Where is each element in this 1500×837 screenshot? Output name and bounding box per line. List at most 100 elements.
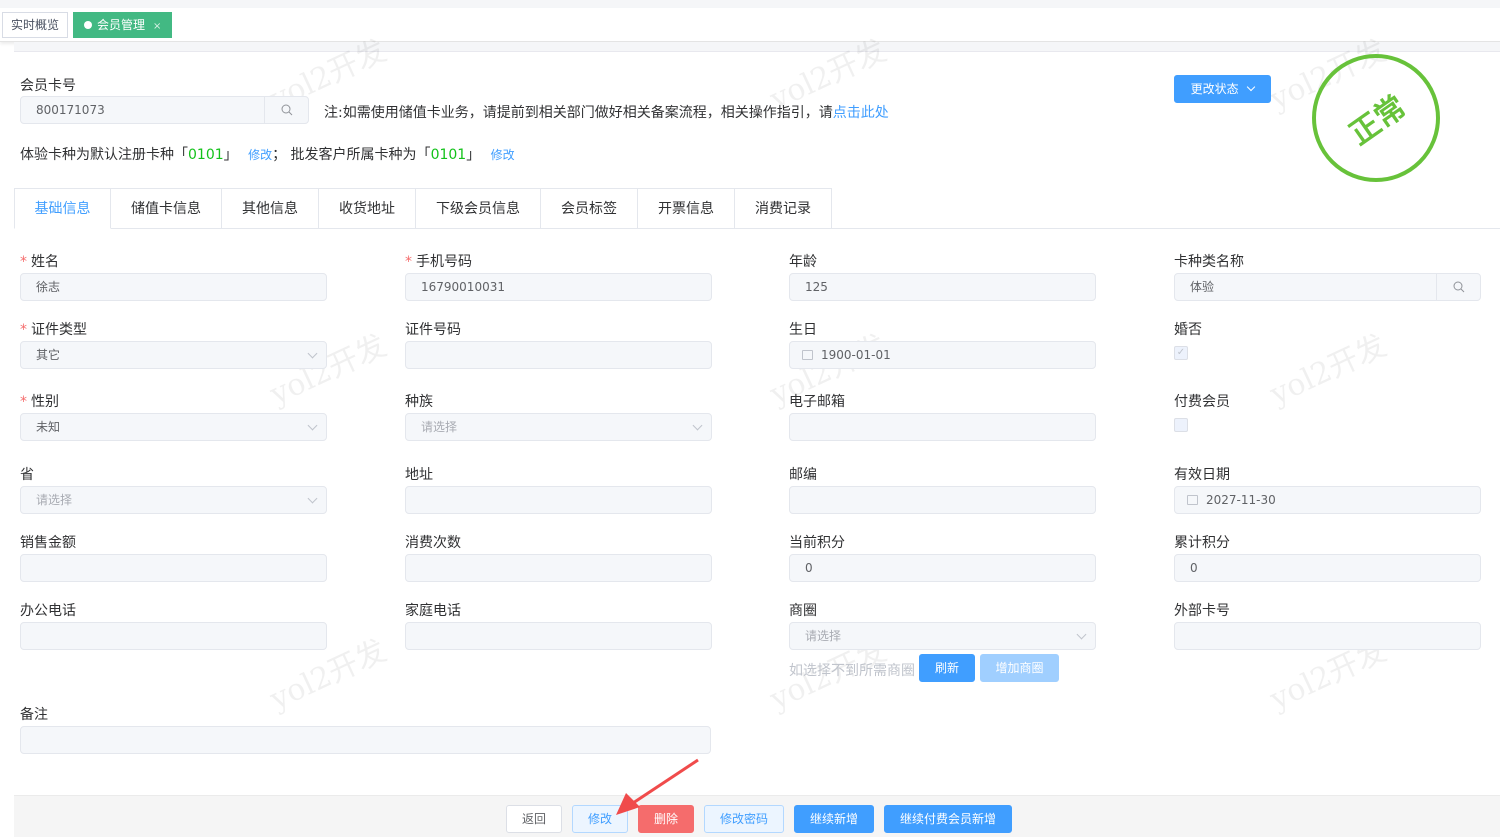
text-input[interactable]: 徐志 [20,273,327,301]
field-label: 当前积分 [789,532,845,552]
field-label: 办公电话 [20,600,76,620]
field-label: 邮编 [789,464,817,484]
edit-wholesale-card-link[interactable]: 修改 [491,148,515,162]
required-mark: * [20,254,27,270]
checkbox[interactable] [1174,418,1188,432]
chevron-down-icon [1076,629,1087,640]
field-label: 省 [20,464,34,484]
chevron-down-icon [307,493,318,504]
close-icon[interactable]: × [153,21,161,32]
input-value: 请选择 [421,420,458,434]
input-value: 请选择 [805,629,842,643]
back-button[interactable]: 返回 [506,805,562,833]
chevron-down-icon [307,348,318,359]
label-text: 姓名 [31,254,59,270]
card-number-input[interactable]: 800171073 [20,96,309,124]
tab-6[interactable]: 开票信息 [638,188,735,229]
label-text: 性别 [31,394,59,410]
field-label: 付费会员 [1174,391,1230,411]
continue-paid-member-add-button[interactable]: 继续付费会员新增 [884,805,1012,833]
input-value: 0 [1190,561,1198,575]
text-input[interactable] [405,622,712,650]
input-value: 16790010031 [421,280,505,294]
label-text: 商圈 [789,603,817,619]
text-input[interactable] [789,413,1096,441]
field-label: 年龄 [789,251,817,271]
tab-4[interactable]: 下级会员信息 [416,188,541,229]
sub-strip [14,42,1500,52]
date-input[interactable]: 1900-01-01 [789,341,1096,369]
input-value: 其它 [36,348,61,362]
field-label: * 手机号码 [405,251,472,271]
input-value: 请选择 [36,493,73,507]
change-password-button[interactable]: 修改密码 [704,805,784,833]
text-input[interactable]: 125 [789,273,1096,301]
active-dot-icon [84,21,92,29]
text-input[interactable] [405,341,712,369]
label-text: 累计积分 [1174,535,1230,551]
label-text: 卡种类名称 [1174,254,1244,270]
text-input[interactable]: 0 [1174,554,1481,582]
search-icon[interactable] [264,97,308,123]
select-input[interactable]: 请选择 [20,486,327,514]
info-text: 体验卡种为默认注册卡种「 [20,147,188,163]
add-circle-button[interactable]: 增加商圈 [980,654,1059,682]
checkbox[interactable]: ✓ [1174,346,1188,360]
page-tab-overview[interactable]: 实时概览 [2,12,68,38]
arrow-annotation-icon [616,758,699,815]
input-value: 体验 [1190,280,1215,294]
field-label: 累计积分 [1174,532,1230,552]
text-input[interactable]: 0 [789,554,1096,582]
tab-3[interactable]: 收货地址 [319,188,416,229]
label-text: 证件类型 [31,322,87,338]
change-status-button[interactable]: 更改状态 [1174,75,1271,103]
text-input[interactable] [405,554,712,582]
remark-input[interactable] [20,726,711,754]
field-label: 电子邮箱 [789,391,845,411]
text-input[interactable] [789,486,1096,514]
tab-5[interactable]: 会员标签 [541,188,638,229]
label-text: 地址 [405,467,433,483]
text-input[interactable] [1174,622,1481,650]
label-text: 手机号码 [416,254,472,270]
note-text: 注:如需使用储值卡业务，请提前到相关部门做好相关备案流程，相关操作指引，请点击此… [324,102,889,122]
tab-7[interactable]: 消费记录 [735,188,832,229]
field-label: 销售金额 [20,532,76,552]
field-label: * 性别 [20,391,59,411]
search-icon[interactable] [1436,274,1480,300]
label-text: 证件号码 [405,322,461,338]
text-input[interactable] [20,554,327,582]
tab-2[interactable]: 其他信息 [222,188,319,229]
info-text: 」 [466,147,481,163]
text-input[interactable] [20,622,327,650]
text-input[interactable]: 16790010031 [405,273,712,301]
text-input[interactable] [405,486,712,514]
search-input[interactable]: 体验 [1174,273,1481,301]
required-mark: * [20,322,27,338]
date-input[interactable]: 2027-11-30 [1174,486,1481,514]
remark-label: 备注 [20,707,48,723]
field-label: 卡种类名称 [1174,251,1244,271]
select-input[interactable]: 请选择 [789,622,1096,650]
field-label: 家庭电话 [405,600,461,620]
card-number-value: 800171073 [36,103,105,117]
label-text: 销售金额 [20,535,76,551]
tab-1[interactable]: 储值卡信息 [111,188,222,229]
form-tabs: 基础信息 储值卡信息 其他信息 收货地址 下级会员信息 会员标签 开票信息 消费记录 [14,188,1500,229]
select-input[interactable]: 请选择 [405,413,712,441]
field-label: * 姓名 [20,251,59,271]
calendar-icon [802,350,813,360]
refresh-button[interactable]: 刷新 [919,654,975,682]
stamp-text: 正常 [1343,89,1413,153]
select-input[interactable]: 未知 [20,413,327,441]
click-here-link[interactable]: 点击此处 [833,105,889,121]
label-text: 种族 [405,394,433,410]
chevron-down-icon [1247,82,1256,92]
field-label: * 证件类型 [20,319,87,339]
tab-0[interactable]: 基础信息 [14,188,111,229]
page-tab-member[interactable]: 会员管理 × [73,12,172,38]
edit-default-card-link[interactable]: 修改 [248,148,272,162]
continue-add-button[interactable]: 继续新增 [794,805,874,833]
select-input[interactable]: 其它 [20,341,327,369]
label-text: 有效日期 [1174,467,1230,483]
